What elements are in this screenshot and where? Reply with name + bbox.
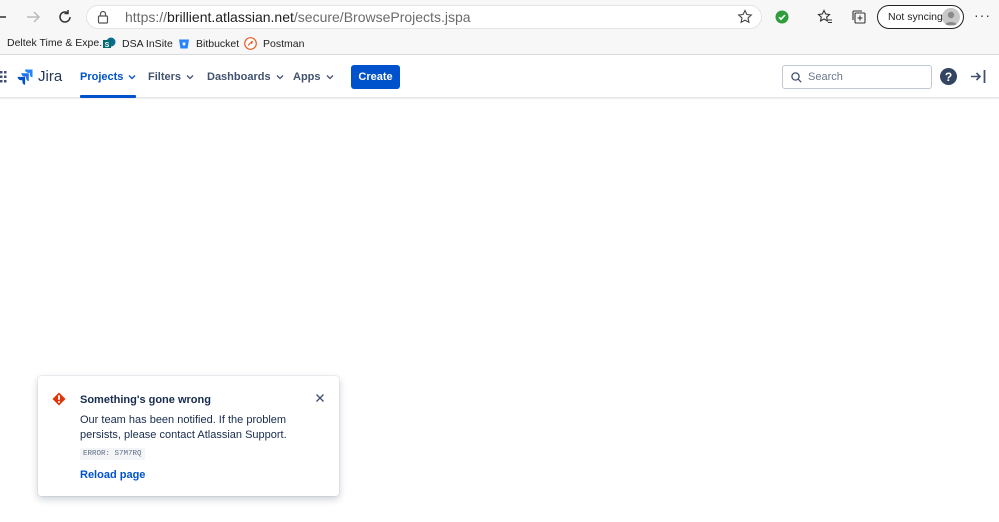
extension-check-icon[interactable] — [772, 7, 792, 27]
chevron-down-icon — [186, 75, 194, 80]
app-switcher-icon[interactable] — [0, 71, 10, 83]
refresh-button[interactable] — [53, 5, 77, 29]
profile-avatar-icon — [942, 8, 960, 26]
bookmark-postman[interactable]: Postman — [244, 37, 304, 50]
jira-logo-icon — [17, 69, 33, 85]
bookmark-bitbucket[interactable]: Bitbucket — [177, 37, 239, 50]
nav-apps-dropdown[interactable]: Apps — [293, 56, 334, 98]
help-button[interactable]: ? — [940, 68, 957, 85]
sync-status-label: Not syncing — [888, 11, 943, 23]
nav-filters-label: Filters — [148, 71, 182, 83]
close-icon[interactable] — [314, 392, 326, 404]
bookmark-dsa-insite[interactable]: S DSA InSite — [103, 37, 173, 50]
bookmark-deltek[interactable]: Deltek Time & Expe... — [7, 37, 108, 49]
error-code: ERROR: S7M7RQ — [80, 448, 145, 460]
nav-filters-dropdown[interactable]: Filters — [148, 56, 194, 98]
favorite-star-icon[interactable] — [737, 9, 753, 25]
chevron-down-icon — [276, 75, 284, 80]
nav-dashboards-dropdown[interactable]: Dashboards — [207, 56, 284, 98]
svg-text:S: S — [105, 42, 110, 49]
favorites-icon[interactable] — [815, 7, 835, 27]
chevron-down-icon — [326, 75, 333, 80]
nav-dashboards-label: Dashboards — [207, 71, 271, 83]
search-box[interactable] — [782, 65, 932, 89]
profile-sync-button[interactable]: Not syncing — [877, 5, 964, 29]
chevron-down-icon — [128, 75, 136, 80]
bookmark-label: DSA InSite — [122, 37, 173, 50]
sharepoint-icon: S — [103, 37, 116, 50]
jira-logo[interactable]: Jira — [17, 68, 62, 85]
postman-icon — [244, 37, 257, 50]
bookmarks-bar: Deltek Time & Expe... S DSA InSite Bitbu… — [0, 34, 999, 55]
log-in-icon[interactable] — [970, 68, 987, 85]
jira-logo-text: Jira — [38, 68, 63, 85]
reload-page-link[interactable]: Reload page — [80, 469, 145, 481]
refresh-icon — [59, 10, 71, 23]
url-text: https://brillient.atlassian.net/secure/B… — [125, 9, 471, 25]
search-icon — [791, 71, 802, 83]
bookmark-label: Deltek Time & Expe... — [7, 37, 108, 49]
browser-toolbar: https://brillient.atlassian.net/secure/B… — [0, 0, 999, 34]
create-button[interactable]: Create — [351, 65, 400, 89]
back-arrow-icon — [0, 16, 6, 18]
error-icon — [52, 392, 66, 406]
bookmark-label: Postman — [263, 37, 305, 50]
forward-arrow-icon — [27, 11, 41, 23]
collections-icon[interactable] — [849, 7, 869, 27]
error-title: Something's gone wrong — [80, 394, 211, 406]
error-flag: Something's gone wrong Our team has been… — [38, 376, 339, 496]
lock-icon — [97, 10, 111, 24]
search-input[interactable] — [808, 71, 928, 83]
settings-more-button[interactable]: ··· — [974, 7, 991, 23]
nav-projects-label: Projects — [80, 71, 124, 83]
forward-button[interactable] — [21, 5, 45, 29]
jira-top-navigation: Jira Projects Filters Dashboards Apps Cr… — [0, 56, 999, 98]
address-bar[interactable]: https://brillient.atlassian.net/secure/B… — [86, 5, 762, 29]
nav-projects-dropdown[interactable]: Projects — [80, 56, 137, 98]
bitbucket-icon — [177, 37, 190, 50]
error-description: Our team has been notified. If the probl… — [80, 414, 287, 441]
back-button[interactable] — [0, 5, 12, 29]
help-icon: ? — [944, 69, 953, 84]
nav-apps-label: Apps — [293, 71, 321, 83]
bookmark-label: Bitbucket — [196, 37, 240, 50]
